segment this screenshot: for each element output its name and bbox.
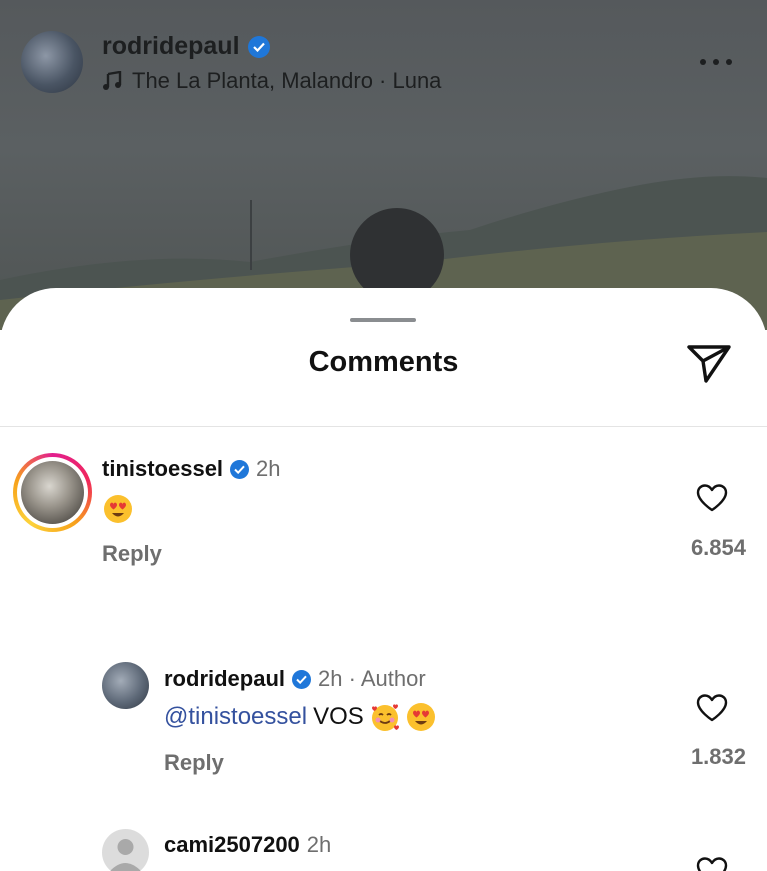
reply-button[interactable]: Reply [102, 541, 162, 567]
like-heart-icon[interactable] [695, 693, 729, 723]
smiling-face-with-hearts-emoji-icon [371, 704, 399, 731]
default-avatar-icon[interactable] [102, 829, 149, 871]
comment-username[interactable]: rodridepaul 2h · Author [164, 666, 426, 692]
reply-button[interactable]: Reply [164, 750, 224, 776]
like-count: 6.854 [690, 535, 746, 560]
heart-eyes-emoji-icon [104, 495, 132, 523]
verified-icon [247, 35, 270, 58]
comment-time: 2h [306, 832, 332, 857]
heart-eyes-emoji-icon [406, 703, 435, 731]
post-audio-text: The La Planta, Malandro · Luna [132, 68, 442, 93]
comment-time: 2h [256, 456, 281, 481]
comment-meta: 2h · Author [318, 666, 426, 691]
post-audio[interactable]: The La Planta, Malandro · Luna [102, 68, 441, 94]
comment-text: @tinistoessel VOS [164, 702, 436, 732]
mention-link[interactable]: @tinistoessel [164, 703, 307, 731]
sheet-title: Comments [308, 346, 459, 378]
post-username[interactable]: rodridepaul [102, 32, 270, 61]
drag-handle[interactable] [350, 318, 416, 322]
avatar [21, 461, 84, 524]
post-background: rodridepaul The La Planta, Malandro · Lu… [0, 0, 767, 330]
like-count: 1.832 [690, 744, 746, 769]
post-username-text: rodridepaul [102, 32, 240, 60]
sheet-divider [0, 426, 767, 427]
comment-text-body: VOS [313, 703, 364, 730]
verified-icon [230, 459, 250, 479]
comment-username[interactable]: tinistoessel 2h [102, 456, 281, 482]
comment-username-text: tinistoessel [102, 456, 224, 481]
music-note-icon [103, 71, 122, 90]
comment-text [103, 494, 133, 524]
comment-username-text: rodridepaul [164, 666, 286, 691]
post-author-avatar[interactable] [21, 31, 83, 93]
avatar[interactable] [102, 662, 149, 709]
verified-icon [292, 669, 312, 689]
more-options-icon[interactable] [700, 54, 732, 70]
comment-username[interactable]: cami2507200 2h [164, 832, 331, 858]
commenter-avatar-story-ring[interactable] [13, 453, 92, 532]
comments-sheet: Comments [0, 288, 767, 871]
like-heart-icon[interactable] [695, 483, 729, 513]
comment-username-text: cami2507200 [164, 832, 300, 857]
share-icon[interactable] [686, 344, 732, 384]
like-heart-icon[interactable] [695, 856, 729, 871]
